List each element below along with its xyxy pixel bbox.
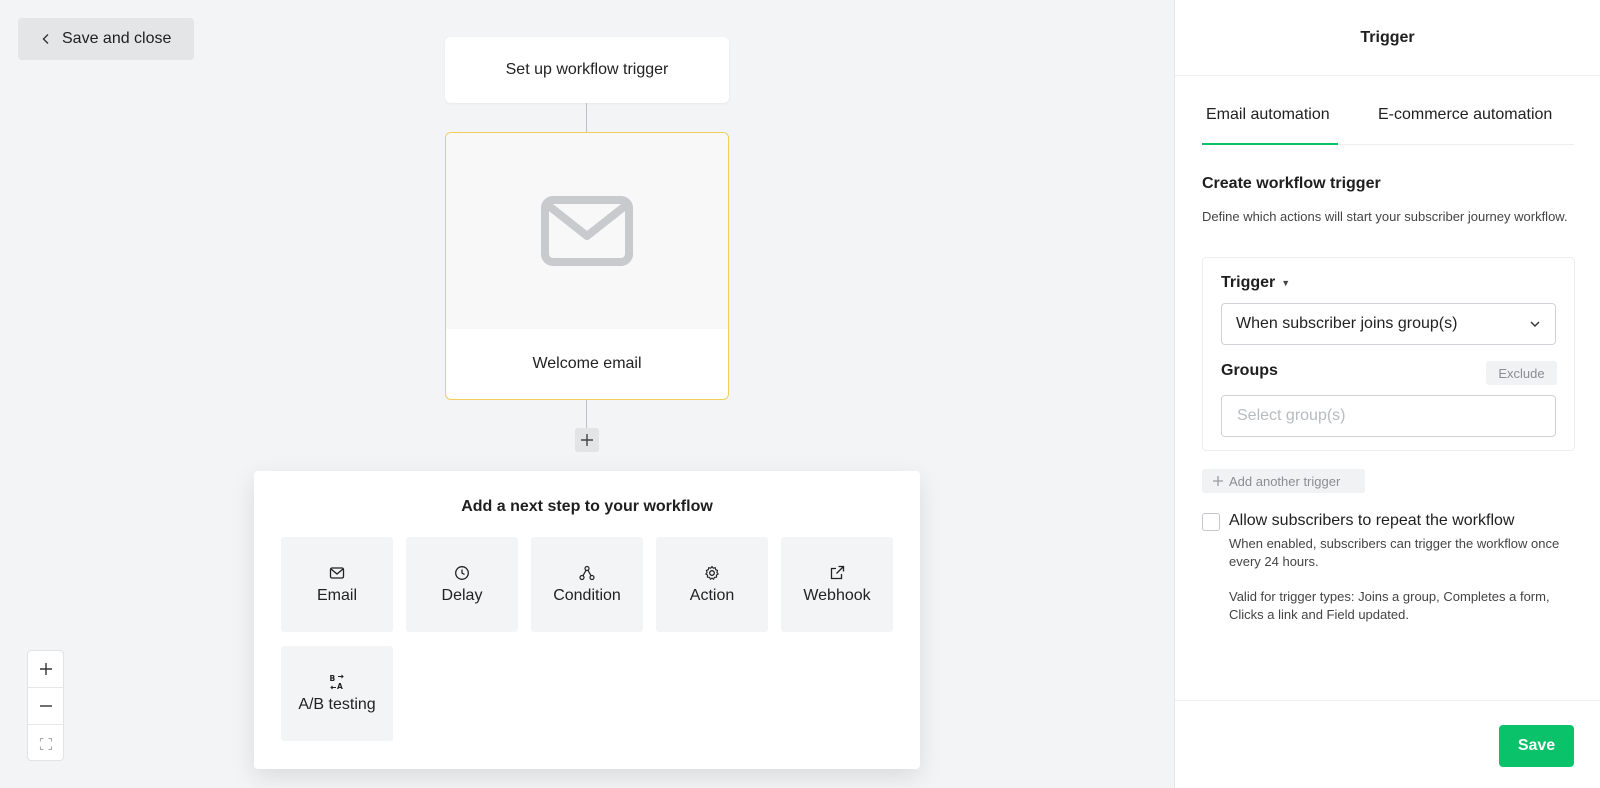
trigger-card: Trigger ▼ When subscriber joins group(s)… (1202, 257, 1575, 451)
repeat-description: When enabled, subscribers can trigger th… (1229, 536, 1560, 569)
workflow-trigger-node[interactable]: Set up workflow trigger (445, 37, 729, 103)
zoom-out-button[interactable] (28, 688, 63, 725)
section-title: Create workflow trigger (1202, 175, 1381, 192)
repeat-valid-types: Valid for trigger types: Joins a group, … (1229, 589, 1550, 622)
step-label: Delay (441, 586, 483, 604)
repeat-workflow-checkbox[interactable] (1202, 513, 1220, 531)
add-another-trigger-button[interactable]: Add another trigger (1202, 469, 1365, 493)
external-link-icon (830, 565, 845, 579)
step-label: Condition (553, 586, 621, 604)
step-label: Action (689, 586, 735, 604)
save-and-close-label: Save and close (62, 30, 172, 47)
trigger-node-label: Set up workflow trigger (505, 61, 669, 78)
gear-icon (705, 565, 719, 580)
groups-input[interactable] (1221, 395, 1556, 437)
ab-test-icon: BA (330, 674, 344, 690)
step-ab-testing-button[interactable]: BA A/B testing (281, 646, 393, 741)
email-node-label: Welcome email (532, 355, 642, 372)
step-label: Email (316, 586, 357, 604)
plus-icon (39, 663, 52, 675)
section-description: Define which actions will start your sub… (1202, 209, 1568, 224)
sidebar-title: Trigger (1175, 0, 1600, 76)
sidebar-footer: Save (1175, 700, 1600, 788)
trigger-tabs: Email automation E-commerce automation (1202, 96, 1574, 145)
step-action-button[interactable]: Action (656, 537, 768, 632)
clock-icon (455, 565, 469, 580)
save-button[interactable]: Save (1499, 725, 1574, 767)
step-condition-button[interactable]: Condition (531, 537, 643, 632)
branch-icon (579, 565, 595, 580)
tab-ecommerce-automation[interactable]: E-commerce automation (1378, 96, 1574, 145)
trigger-label: Trigger (1221, 274, 1276, 291)
add-trigger-label: Add another trigger (1229, 473, 1341, 489)
plus-icon (1213, 476, 1223, 486)
step-panel-title: Add a next step to your workflow (461, 498, 713, 515)
add-step-button[interactable] (575, 428, 599, 452)
repeat-workflow-label[interactable]: Allow subscribers to repeat the workflow (1229, 512, 1514, 530)
mail-icon (329, 566, 345, 579)
plus-icon (581, 434, 593, 446)
step-email-button[interactable]: Email (281, 537, 393, 632)
connector-line (586, 103, 587, 132)
exclude-button[interactable]: Exclude (1486, 361, 1557, 385)
groups-label: Groups (1221, 362, 1278, 379)
caret-down-icon: ▼ (1281, 278, 1291, 288)
minus-icon (39, 705, 52, 707)
step-label: A/B testing (298, 695, 376, 713)
trigger-label-row: Trigger ▼ (1221, 274, 1290, 292)
zoom-in-button[interactable] (28, 651, 63, 688)
email-preview (446, 133, 728, 329)
step-webhook-button[interactable]: Webhook (781, 537, 893, 632)
chevron-down-icon (1530, 321, 1540, 327)
fit-view-button[interactable] (28, 725, 63, 762)
chevron-left-icon (42, 34, 49, 44)
svg-text:B: B (330, 674, 336, 683)
trigger-sidebar: Trigger Email automation E-commerce auto… (1174, 0, 1600, 788)
step-delay-button[interactable]: Delay (406, 537, 518, 632)
envelope-icon (541, 196, 633, 266)
connector-line (586, 400, 587, 428)
add-step-panel: Add a next step to your workflow Email D… (254, 471, 920, 769)
svg-text:A: A (337, 682, 343, 690)
workflow-canvas: Save and close Set up workflow trigger W… (0, 0, 1174, 788)
save-and-close-button[interactable]: Save and close (18, 18, 194, 60)
zoom-controls (27, 650, 64, 761)
fit-screen-icon (39, 737, 52, 750)
step-label: Webhook (803, 586, 871, 604)
tab-email-automation[interactable]: Email automation (1202, 96, 1338, 145)
welcome-email-node[interactable]: Welcome email (445, 132, 729, 400)
trigger-select-value: When subscriber joins group(s) (1236, 315, 1458, 332)
trigger-select[interactable]: When subscriber joins group(s) (1221, 303, 1556, 345)
